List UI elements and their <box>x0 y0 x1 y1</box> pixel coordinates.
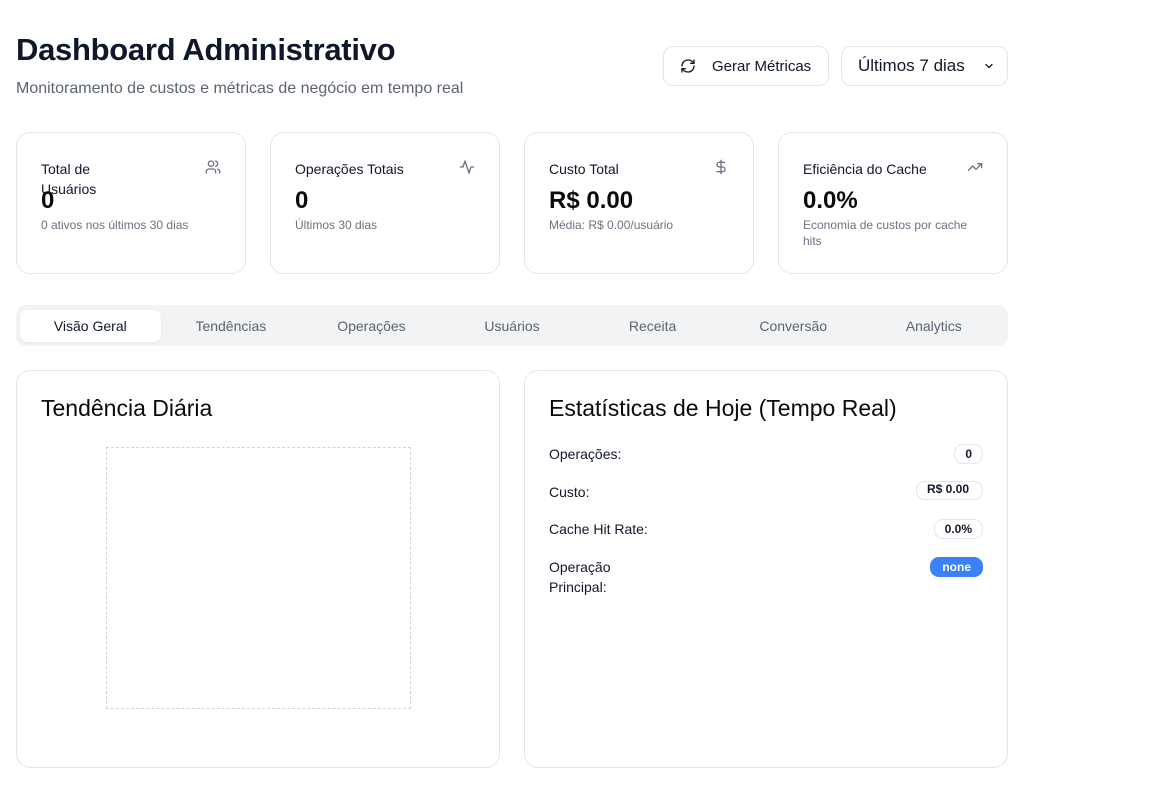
stat-label: Operações: <box>549 446 622 462</box>
card-total-cost: Custo Total R$ 0.00 Média: R$ 0.00/usuár… <box>524 132 754 274</box>
users-icon <box>205 159 221 175</box>
card-value: 0 <box>41 187 55 214</box>
card-value: R$ 0.00 <box>549 187 634 214</box>
stat-label: Cache Hit Rate: <box>549 521 648 537</box>
period-select-value: Últimos 7 dias <box>858 56 965 75</box>
card-cache-efficiency: Eficiência do Cache 0.0% Economia de cus… <box>778 132 1008 274</box>
tab-operations[interactable]: Operações <box>301 310 442 342</box>
tab-conversion[interactable]: Conversão <box>723 310 864 342</box>
status-badge: none <box>930 557 983 577</box>
generate-metrics-label: Gerar Métricas <box>712 57 812 75</box>
card-total-users: Total de Usuários 0 0 ativos nos últimos… <box>16 132 246 274</box>
page-title: Dashboard Administrativo <box>16 32 396 67</box>
tab-bar: Visão Geral Tendências Operações Usuário… <box>16 305 1008 346</box>
stat-label: Custo: <box>549 484 590 500</box>
trending-up-icon <box>967 159 983 175</box>
card-subtext: Média: R$ 0.00/usuário <box>549 218 674 232</box>
tab-overview[interactable]: Visão Geral <box>20 309 161 342</box>
tab-revenue[interactable]: Receita <box>582 310 723 342</box>
refresh-icon <box>680 58 696 74</box>
today-stats-panel: Estatísticas de Hoje (Tempo Real) Operaç… <box>524 370 1008 768</box>
card-value: 0 <box>295 187 309 214</box>
stat-row-operations: Operações: 0 <box>549 444 983 464</box>
card-title: Operações Totais <box>295 161 404 177</box>
stat-badge: 0.0% <box>933 519 983 539</box>
stat-badge: R$ 0.00 <box>916 481 983 500</box>
stat-badge: 0 <box>954 444 983 464</box>
dollar-icon <box>713 159 729 175</box>
card-total-operations: Operações Totais 0 Últimos 30 dias <box>270 132 500 274</box>
stat-label: Operação Principal: <box>549 559 611 595</box>
chevron-down-icon <box>983 60 995 72</box>
stat-row-cache-hit-rate: Cache Hit Rate: 0.0% <box>549 519 983 539</box>
activity-icon <box>459 159 475 175</box>
chart-placeholder <box>106 447 411 709</box>
panel-title: Estatísticas de Hoje (Tempo Real) <box>549 395 897 421</box>
page-subtitle: Monitoramento de custos e métricas de ne… <box>16 80 464 97</box>
tab-trends[interactable]: Tendências <box>161 310 302 342</box>
tab-analytics[interactable]: Analytics <box>863 310 1004 342</box>
panel-title: Tendência Diária <box>41 395 213 421</box>
card-title: Total de Usuários <box>41 161 97 197</box>
daily-trend-panel: Tendência Diária <box>16 370 500 768</box>
tab-users[interactable]: Usuários <box>442 310 583 342</box>
period-select[interactable]: Últimos 7 dias <box>841 46 1008 86</box>
stat-row-main-operation: Operação Principal: none <box>549 557 983 597</box>
generate-metrics-button[interactable]: Gerar Métricas <box>663 46 829 86</box>
card-subtext: 0 ativos nos últimos 30 dias <box>41 218 189 232</box>
card-title: Eficiência do Cache <box>803 161 927 177</box>
card-subtext: Economia de custos por cache hits <box>803 218 968 248</box>
stat-row-cost: Custo: R$ 0.00 <box>549 481 983 502</box>
card-value: 0.0% <box>803 187 858 214</box>
card-subtext: Últimos 30 dias <box>295 218 378 232</box>
card-title: Custo Total <box>549 161 619 177</box>
